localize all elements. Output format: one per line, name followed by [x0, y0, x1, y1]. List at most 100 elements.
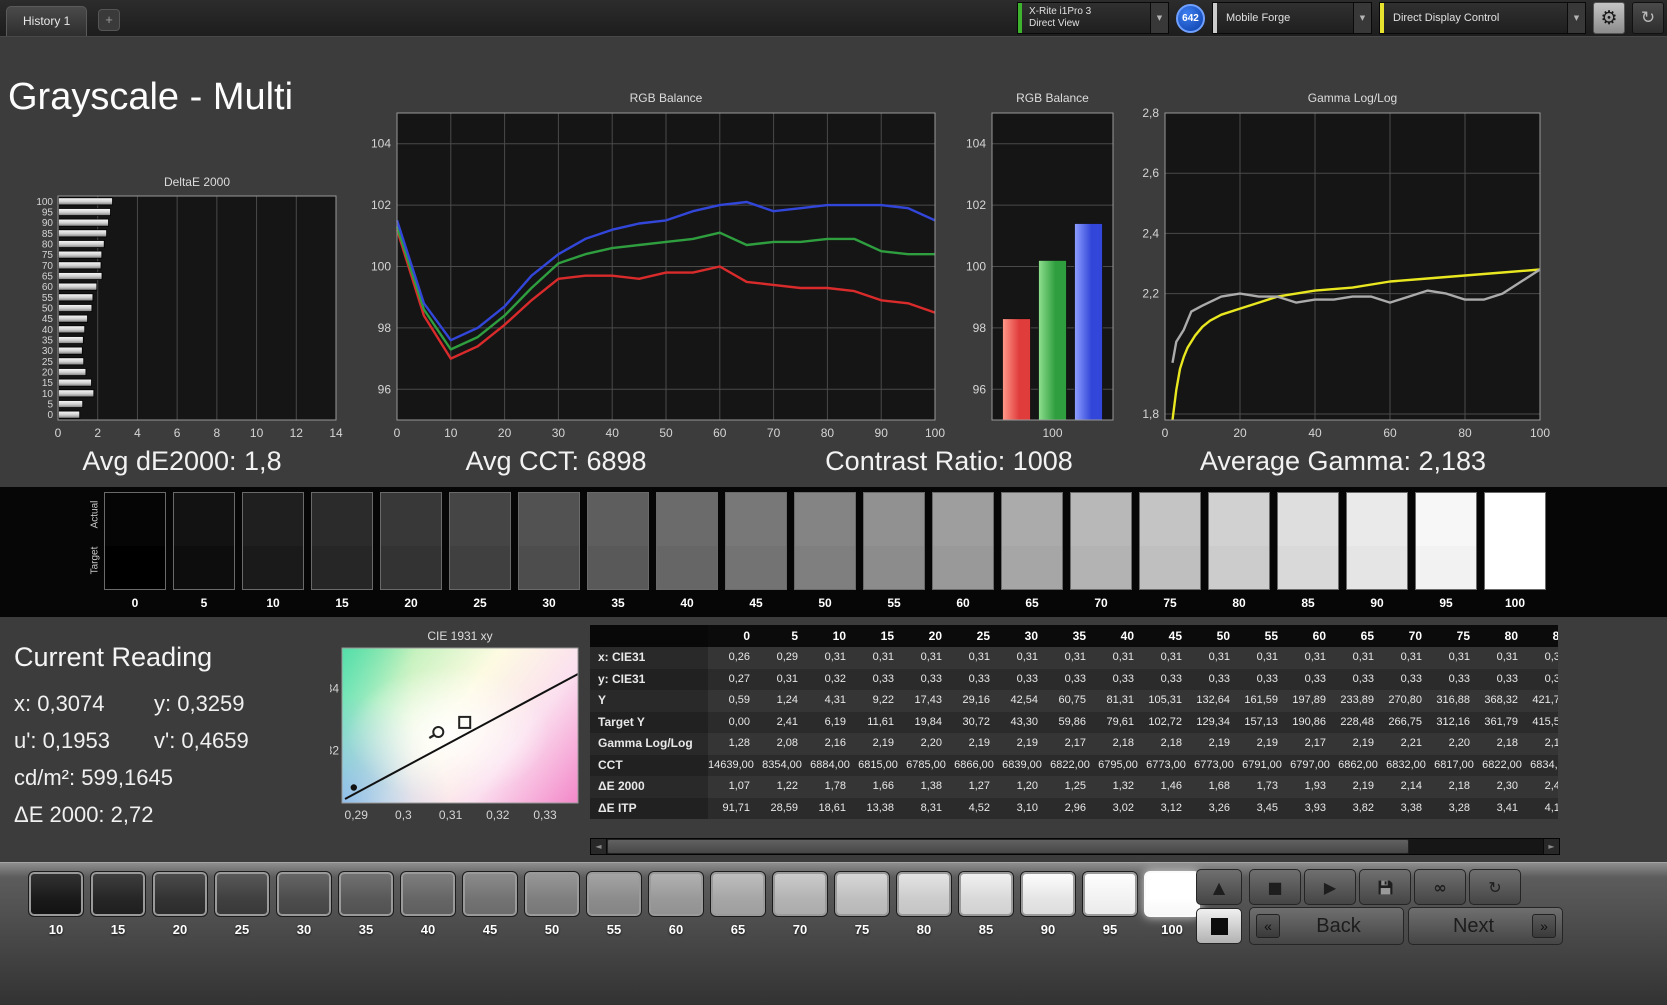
table-cell: 2,19 [1016, 737, 1038, 749]
patch-button-70[interactable]: 70 [772, 871, 828, 937]
continuous-measure-button[interactable]: ∞ [1414, 869, 1466, 905]
refresh-icon: ↻ [1488, 877, 1502, 897]
table-cell: 6822,00 [1050, 758, 1090, 771]
table-cell: 60,75 [1058, 694, 1086, 706]
table-row-label: y: CIE31 [590, 668, 708, 690]
svg-text:100: 100 [1530, 426, 1550, 440]
patch-label: 15 [110, 922, 126, 937]
svg-text:96: 96 [378, 382, 392, 396]
table-horizontal-scrollbar[interactable]: ◄ ► [590, 838, 1560, 855]
patch-up-button[interactable]: ▲ [1196, 869, 1242, 905]
table-row: Gamma Log/Log 1,28 2,08 2,16 2,19 2,20 2,19 2,1… [590, 733, 1558, 755]
next-button[interactable]: Next » [1408, 907, 1563, 945]
source-dropdown[interactable]: Mobile Forge ▼ [1212, 2, 1372, 34]
patch-button-60[interactable]: 60 [648, 871, 704, 937]
table-cell: 1,73 [1256, 780, 1278, 792]
patch-button-90[interactable]: 90 [1020, 871, 1076, 937]
table-cell: 3,41 [1496, 801, 1518, 814]
table-cell: 0,31 [872, 651, 894, 663]
patch-button-10[interactable]: 10 [28, 871, 84, 937]
stop-icon: ■ [1267, 877, 1283, 897]
source-name: Mobile Forge [1226, 12, 1291, 24]
scrollbar-thumb[interactable] [607, 839, 1409, 854]
svg-text:0,34: 0,34 [330, 681, 339, 695]
table-cell: 2,18 [1496, 737, 1518, 749]
patch-button-65[interactable]: 65 [710, 871, 766, 937]
patch-button-50[interactable]: 50 [524, 871, 580, 937]
meter-dropdown[interactable]: X-Rite i1Pro 3 Direct View ▼ [1017, 2, 1169, 34]
table-cell: 0,31 [1448, 651, 1470, 663]
swatch-level-label: 60 [956, 596, 970, 610]
table-cell: 1,25 [1064, 780, 1086, 792]
play-button[interactable]: ▶ [1304, 869, 1356, 905]
bottom-toolbar: 10 15 20 25 30 35 40 45 50 55 60 65 70 75 80 85 90 95 100 … [0, 862, 1667, 1005]
table-cell: 102,72 [1148, 715, 1182, 728]
patch-button-80[interactable]: 80 [896, 871, 952, 937]
patch-button-95[interactable]: 95 [1082, 871, 1138, 937]
grayscale-swatch-strip: Actual Target 0 5 10 15 20 25 30 35 40 45 50 55 60 65… [0, 487, 1667, 617]
add-tab-button[interactable]: + [98, 9, 120, 31]
table-cell: 0,33 [872, 672, 894, 685]
table-cell: 1,22 [776, 780, 798, 792]
table-cell: 11,61 [867, 715, 894, 728]
table-cell: 2,19 [1352, 780, 1374, 792]
table-cell: 2,19 [1256, 737, 1278, 749]
patch-button-35[interactable]: 35 [338, 871, 394, 937]
patch-button-55[interactable]: 55 [586, 871, 642, 937]
chevron-down-icon[interactable]: ▼ [1353, 3, 1371, 33]
display-control-dropdown[interactable]: Direct Display Control ▼ [1379, 2, 1586, 34]
svg-text:85: 85 [42, 229, 54, 240]
table-column-header: 45 [1168, 629, 1182, 643]
patch-button-85[interactable]: 85 [958, 871, 1014, 937]
patch-button-45[interactable]: 45 [462, 871, 518, 937]
patch-button-20[interactable]: 20 [152, 871, 208, 937]
patch-button-30[interactable]: 30 [276, 871, 332, 937]
table-cell: 2,41 [776, 715, 798, 728]
settings-button[interactable]: ⚙ [1593, 2, 1625, 34]
table-column-header: 70 [1408, 629, 1422, 643]
back-button[interactable]: « Back [1249, 907, 1404, 945]
scroll-right-arrow[interactable]: ► [1543, 839, 1559, 854]
scrollbar-track[interactable] [1409, 839, 1543, 854]
chevron-down-icon[interactable]: ▼ [1567, 3, 1585, 33]
table-cell: 0,31 [1496, 651, 1518, 663]
table-cell: 8,31 [920, 801, 942, 814]
chevron-down-icon[interactable]: ▼ [1150, 3, 1168, 33]
scroll-left-arrow[interactable]: ◄ [591, 839, 607, 854]
table-row: Target Y 0,00 2,41 6,19 11,61 19,84 30,72 43,30… [590, 711, 1558, 733]
grayscale-swatch-85: 85 [1277, 492, 1339, 610]
history-tab[interactable]: History 1 [6, 6, 88, 36]
svg-text:50: 50 [42, 304, 54, 315]
patch-button-15[interactable]: 15 [90, 871, 146, 937]
uv-reading: u': 0,1953 v': 0,4659 [14, 728, 249, 753]
save-icon [1378, 880, 1392, 894]
table-cell: 190,86 [1292, 715, 1326, 728]
swatch-level-label: 85 [1301, 596, 1315, 610]
stop-button[interactable]: ■ [1249, 869, 1301, 905]
display-control-name: Direct Display Control [1393, 12, 1500, 24]
table-cell: 2,18 [1112, 737, 1134, 749]
table-cell: 29,16 [962, 694, 990, 706]
swatch-level-label: 20 [404, 596, 418, 610]
table-cell: 0,31 [1304, 651, 1326, 663]
results-table: 0 5 10 15 20 25 30 35 40 45 50 55 60 65 70 75 80 85 x: CIE… [590, 625, 1558, 819]
table-cell: 6791,00 [1242, 758, 1282, 771]
svg-text:90: 90 [42, 218, 54, 229]
table-cell: 0,31 [920, 651, 942, 663]
patch-button-100[interactable]: 100 [1144, 871, 1200, 937]
table-cell: 132,64 [1196, 694, 1230, 706]
patch-button-25[interactable]: 25 [214, 871, 270, 937]
table-cell: 0,33 [1304, 672, 1326, 685]
svg-text:30: 30 [552, 426, 566, 440]
table-cell: 0,33 [1160, 672, 1182, 685]
table-cell: 0,33 [1352, 672, 1374, 685]
refresh-button[interactable]: ↻ [1469, 869, 1521, 905]
save-button[interactable] [1359, 869, 1411, 905]
patch-button-40[interactable]: 40 [400, 871, 456, 937]
patch-window-button[interactable] [1196, 908, 1242, 944]
grayscale-swatch-60: 60 [932, 492, 994, 610]
grayscale-swatch-65: 65 [1001, 492, 1063, 610]
patch-button-75[interactable]: 75 [834, 871, 890, 937]
session-refresh-button[interactable]: ↻ [1632, 2, 1664, 34]
table-cell: 2,17 [1304, 737, 1326, 749]
